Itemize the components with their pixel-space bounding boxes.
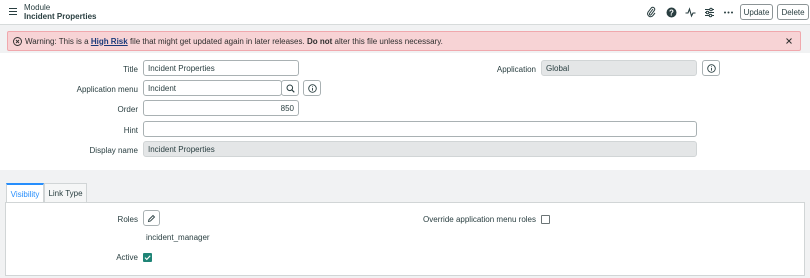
title-field[interactable]: Incident Properties [143, 60, 299, 76]
display-name-field: Incident Properties [143, 141, 697, 157]
order-label: Order [117, 105, 138, 114]
breadcrumb: Module [24, 3, 51, 12]
form-header: Module Incident Properties ? Update Dele… [0, 0, 810, 25]
more-icon[interactable] [722, 6, 734, 18]
tab-visibility[interactable]: Visibility [6, 183, 44, 203]
hint-field[interactable] [143, 121, 697, 137]
info-icon [706, 63, 716, 73]
edit-roles-button[interactable] [143, 210, 160, 226]
roles-label: Roles [117, 215, 138, 224]
settings-sliders-icon[interactable] [703, 6, 715, 18]
hamburger-menu-icon[interactable] [9, 8, 17, 16]
page-title: Incident Properties [24, 12, 97, 21]
warning-middle: file that might get updated again in lat… [127, 36, 307, 46]
pencil-icon [147, 214, 156, 222]
override-roles-label: Override application menu roles [423, 215, 536, 224]
tabs-bar [0, 170, 810, 205]
update-button[interactable]: Update [740, 4, 773, 20]
application-menu-info-button[interactable] [303, 80, 321, 96]
delete-button[interactable]: Delete [777, 4, 809, 20]
warning-bold: Do not [306, 36, 333, 46]
warning-suffix: alter this file unless necessary. [332, 36, 443, 46]
display-name-label: Display name [89, 146, 138, 155]
roles-value: incident_manager [146, 233, 210, 242]
high-risk-link[interactable]: High Risk [91, 37, 128, 46]
warning-prefix: Warning: This is a [25, 36, 91, 46]
application-menu-lookup-button[interactable] [281, 80, 299, 96]
search-icon [286, 84, 295, 93]
tab-link-type[interactable]: Link Type [44, 183, 87, 203]
svg-text:?: ? [669, 8, 674, 17]
override-roles-checkbox[interactable] [541, 215, 550, 224]
application-menu-field[interactable]: Incident [143, 80, 282, 96]
active-checkbox[interactable] [143, 253, 152, 262]
help-icon[interactable]: ? [665, 6, 677, 18]
application-info-button[interactable] [702, 60, 720, 76]
active-label: Active [116, 253, 138, 262]
application-label: Application [496, 65, 536, 74]
paperclip-icon[interactable] [645, 6, 657, 18]
application-menu-label: Application menu [76, 85, 138, 94]
order-field[interactable]: 850 [143, 100, 299, 116]
warning-circle-icon [13, 36, 22, 46]
warning-banner: Warning: This is a High Risk file that m… [7, 31, 801, 51]
close-icon[interactable] [784, 36, 794, 46]
visibility-panel [5, 202, 805, 276]
checkmark-icon [144, 255, 151, 261]
title-label: Title [123, 65, 138, 74]
info-icon [307, 83, 317, 93]
header-title-block: Module Incident Properties [24, 3, 96, 21]
activity-icon[interactable] [684, 6, 696, 18]
hint-label: Hint [123, 126, 138, 135]
warning-text: Warning: This is a High Risk file that m… [25, 37, 443, 46]
application-field: Global [541, 60, 697, 76]
